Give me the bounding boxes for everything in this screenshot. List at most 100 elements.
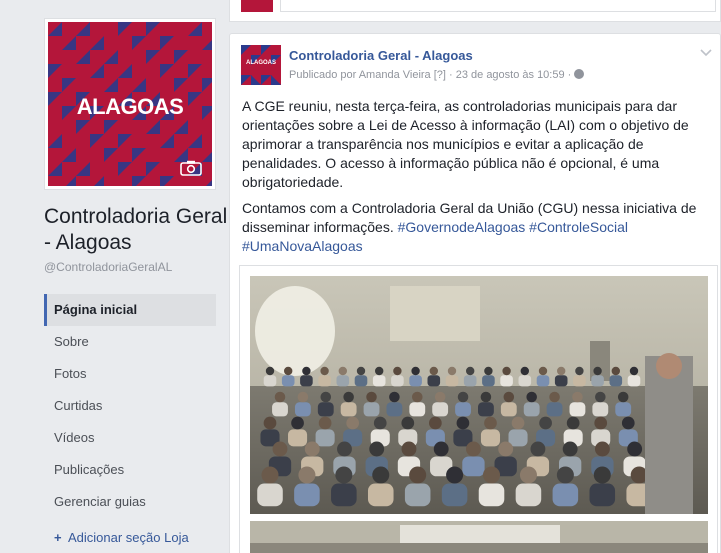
nav-item-about[interactable]: Sobre <box>44 326 216 358</box>
attendee-head <box>539 416 552 430</box>
attendee-head <box>343 391 354 403</box>
page-nav: Página inicial Sobre Fotos Curtidas Víde… <box>44 294 216 518</box>
post-avatar[interactable]: ALAGOAS <box>241 45 281 85</box>
attendee-head <box>519 466 537 484</box>
attendee-body <box>441 483 468 507</box>
profile-picture[interactable]: ALAGOAS <box>44 18 216 190</box>
attendee-head <box>389 391 400 403</box>
hashtag[interactable]: #GovernodeAlagoas <box>398 219 526 235</box>
attendee-head <box>412 391 423 403</box>
attendee-body <box>546 402 563 417</box>
attendee-head <box>335 466 353 484</box>
attendee-body <box>455 402 471 417</box>
attendee-head <box>594 441 610 457</box>
attendee-body <box>569 402 586 417</box>
post-photo[interactable] <box>250 276 708 514</box>
attendee-body <box>478 402 494 417</box>
attendee-head <box>338 366 347 376</box>
attendee-head <box>291 416 304 430</box>
attendee-head <box>411 366 420 376</box>
attendee-head <box>483 466 501 484</box>
attendee-body <box>573 375 586 387</box>
page-name[interactable]: Controladoria Geral - Alagoas <box>44 204 229 256</box>
attendee-body <box>263 375 277 387</box>
attendee-head <box>298 466 316 484</box>
attendee-body <box>354 375 368 387</box>
attendee-head <box>595 391 606 403</box>
attendee-body <box>318 375 331 387</box>
post-photo-2[interactable] <box>250 521 708 553</box>
attendee-head <box>629 366 639 376</box>
attendee-head <box>466 441 481 457</box>
nav-item-photos[interactable]: Fotos <box>44 358 216 390</box>
attendee-body <box>478 483 505 507</box>
attendee-body <box>281 375 295 387</box>
meeting-room-photo <box>250 276 708 514</box>
attendee-head <box>434 391 446 403</box>
attendee-head <box>272 441 288 457</box>
attendee-head <box>611 366 620 376</box>
nav-item-home[interactable]: Página inicial <box>44 294 216 326</box>
attendee-head <box>498 441 514 457</box>
attendee-head <box>502 366 511 376</box>
attendee-head <box>393 366 402 376</box>
second-photo <box>250 521 708 553</box>
attendee-body <box>592 402 609 417</box>
attendee-head <box>263 416 277 430</box>
attendee-head <box>530 441 546 457</box>
chevron-down-icon[interactable] <box>700 46 712 58</box>
attendee-head <box>466 366 475 376</box>
attendee-head <box>369 441 385 457</box>
attendee-head <box>593 366 602 376</box>
attendee-body <box>257 483 283 507</box>
attendee-body <box>386 402 403 417</box>
post-card: ALAGOAS Controladoria Geral - Alagoas Pu… <box>229 33 721 553</box>
attendee-head <box>401 441 417 457</box>
hashtag[interactable]: #UmaNovaAlagoas <box>242 238 363 254</box>
attendee-head <box>274 391 286 403</box>
attendee-head <box>409 466 427 484</box>
attendee-body <box>523 402 540 417</box>
attendee-body <box>591 375 604 387</box>
attendee-head <box>320 391 332 403</box>
attendee-head <box>375 366 384 376</box>
attendee-head <box>265 366 275 376</box>
attendee-head <box>594 416 608 430</box>
nav-item-likes[interactable]: Curtidas <box>44 390 216 422</box>
attendee-body <box>445 375 459 387</box>
attendee-head <box>447 366 457 376</box>
page-handle[interactable]: @ControladoriaGeralAL <box>44 260 172 274</box>
profile-picture-word: ALAGOAS <box>76 94 184 119</box>
attendee-body <box>615 402 632 417</box>
post-paragraph-2: Contamos com a Controladoria Geral da Un… <box>242 199 712 256</box>
attendee-head <box>457 391 469 403</box>
comment-input-stub[interactable] <box>280 0 716 12</box>
post-photo-frame <box>239 265 718 553</box>
post-paragraph-1: A CGE reuniu, nesta terça-feira, as cont… <box>242 98 689 190</box>
attendee-body <box>515 483 542 507</box>
attendee-body <box>500 375 513 387</box>
attendee-head <box>549 391 560 403</box>
attendee-body <box>331 483 357 507</box>
attendee-body <box>609 375 623 387</box>
attendee-head <box>372 466 390 484</box>
camera-icon[interactable] <box>180 160 202 176</box>
post-meta: Publicado por Amanda Vieira [?] · 23 de … <box>289 69 585 81</box>
left-column: ALAGOAS Controladoria Geral - Alagoas @C… <box>0 0 232 553</box>
attendee-body <box>409 375 422 387</box>
attendee-head <box>297 391 309 403</box>
attendee-body <box>462 456 485 477</box>
nav-item-videos[interactable]: Vídeos <box>44 422 216 454</box>
attendee-head <box>480 391 492 403</box>
nav-item-posts[interactable]: Publicações <box>44 454 216 486</box>
attendee-body <box>589 483 616 507</box>
post-author[interactable]: Controladoria Geral - Alagoas <box>289 48 473 63</box>
previous-post-stub <box>229 0 721 22</box>
hashtag[interactable]: #ControleSocial <box>529 219 628 235</box>
attendee-body <box>336 375 350 387</box>
attendee-head <box>337 441 352 457</box>
nav-item-manage-tabs[interactable]: Gerenciar guias <box>44 486 216 518</box>
attendee-head <box>572 391 583 403</box>
add-shop-section-link[interactable]: + Adicionar seção Loja <box>54 530 189 545</box>
attendee-body <box>463 375 477 387</box>
